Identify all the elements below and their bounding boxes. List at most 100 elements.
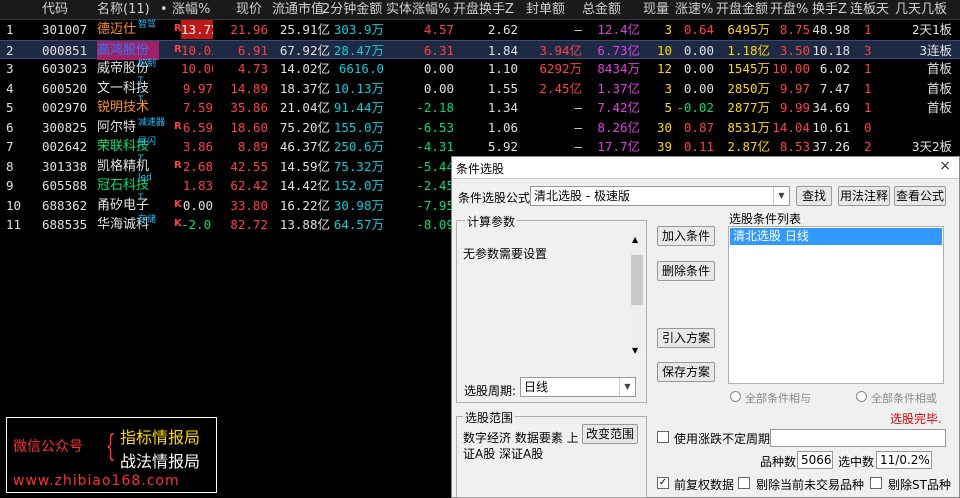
stock-tag: led: [138, 173, 152, 183]
cell-idx: 11: [6, 217, 22, 232]
cell-openamt: 2.87亿: [727, 139, 770, 154]
col-chg[interactable]: 涨幅%: [172, 0, 210, 20]
cell-total: 8.26亿: [597, 119, 640, 135]
condition-dialog[interactable]: 条件选股 × 条件选股公式 清北选股 - 极速版 ▼ 查找 用法注释 查看公式 …: [451, 156, 960, 498]
cell-total: 7.42亿: [597, 100, 640, 115]
find-button[interactable]: 查找: [796, 186, 832, 206]
list-item[interactable]: 清北选股 日线: [730, 228, 942, 245]
use-cycle-checkbox[interactable]: [657, 431, 669, 443]
save-plan-button[interactable]: 保存方案: [657, 362, 715, 382]
radio-and[interactable]: [730, 391, 741, 402]
col-price[interactable]: 现价: [236, 0, 262, 20]
exclude-st-checkbox[interactable]: [870, 477, 882, 489]
cell-code: 301007: [42, 22, 88, 37]
col-mcap[interactable]: 流通市值: [272, 0, 324, 20]
use-cycle-label: 使用涨跌不定周期: [674, 432, 771, 446]
cell-mcap: 18.37亿: [279, 80, 330, 96]
cell-vol: 3: [664, 22, 672, 37]
dialog-titlebar[interactable]: 条件选股 ×: [452, 157, 959, 179]
change-scope-button[interactable]: 改变范围: [582, 424, 638, 444]
watermark-line2: 战法情报局: [120, 452, 201, 471]
cell-lb: 2: [864, 139, 872, 154]
cell-code: 300825: [42, 119, 88, 135]
condition-list[interactable]: 清北选股 日线: [728, 226, 944, 384]
chevron-down-icon[interactable]: ▼: [619, 378, 635, 396]
stock-tag: 控制: [138, 59, 157, 69]
cell-chg: 10.00: [181, 61, 213, 76]
table-row[interactable]: 文一科技 T 4 600520 9.97 14.89 18.37亿 10.13万 0.00 1.5…: [0, 76, 960, 98]
radio-or[interactable]: [856, 391, 867, 402]
cell-code: 301338: [42, 158, 88, 174]
brace-icon: {: [105, 429, 116, 464]
col-body[interactable]: 实体涨幅%: [386, 0, 450, 20]
scroll-down-icon[interactable]: ▼: [632, 346, 638, 355]
cell-chg: 2.68: [182, 158, 213, 174]
cell-code: 600520: [42, 80, 88, 96]
chevron-down-icon[interactable]: ▼: [773, 187, 789, 205]
scroll-thumb[interactable]: [631, 255, 643, 305]
cell-amt2m: 91.44万: [333, 100, 384, 115]
cell-idx: 3: [6, 61, 14, 76]
table-row[interactable]: 荣联科技 星闪 7 002642 3.86 8.89 46.37亿 250.6万 -4.31 5.…: [0, 137, 960, 156]
cell-turn: 7.47: [819, 80, 850, 96]
fuquan-checkbox[interactable]: ✓: [657, 477, 669, 489]
params-scrollbar[interactable]: ▲ ▼: [630, 235, 644, 355]
cell-price: 8.89: [237, 139, 268, 154]
count-label: 品种数: [760, 455, 797, 469]
col-openamt[interactable]: 开盘金额: [716, 0, 768, 20]
col-seal[interactable]: 封单额: [526, 0, 565, 20]
cell-total: 8434万: [597, 61, 640, 76]
period-select[interactable]: 日线 ▼: [520, 377, 636, 397]
col-turn[interactable]: 换手Z: [812, 0, 847, 20]
exclude-nontrade-checkbox[interactable]: [738, 477, 750, 489]
cell-amt2m: 64.57万: [333, 217, 384, 232]
cell-seal: —: [574, 119, 582, 135]
cell-price: 18.60: [230, 119, 268, 135]
fuquan-label: 前复权数据: [674, 478, 735, 492]
import-plan-button[interactable]: 引入方案: [657, 328, 715, 348]
col-vol[interactable]: 现量: [643, 0, 669, 20]
col-lb[interactable]: 连板天: [850, 0, 889, 20]
col-openpct[interactable]: 开盘%: [770, 0, 808, 20]
col-total[interactable]: 总金额: [582, 0, 621, 20]
cell-idx: 10: [6, 197, 22, 213]
cell-idx: 5: [6, 100, 14, 115]
cell-vol: 12: [656, 61, 672, 76]
col-code[interactable]: 代码: [42, 0, 68, 20]
cell-code: 000851: [42, 42, 88, 58]
table-row[interactable]: 威帝股份控制360302310.004.7314.02亿6616.00.001.…: [0, 59, 960, 78]
close-icon[interactable]: ×: [939, 158, 951, 174]
view-formula-button[interactable]: 查看公式: [894, 186, 946, 206]
col-amt2m[interactable]: 2分钟金额: [322, 0, 382, 20]
cell-body: -4.31: [416, 139, 454, 154]
add-condition-button[interactable]: 加入条件: [657, 226, 715, 246]
cell-openturn: 1.34: [487, 100, 518, 115]
usage-button[interactable]: 用法注释: [838, 186, 890, 206]
cell-vol: 3: [664, 80, 672, 96]
cell-chg: 13.72: [181, 20, 213, 39]
col-openturn[interactable]: 开盘换手Z: [453, 0, 514, 20]
cell-jtjb: [886, 118, 952, 137]
cell-total: 12.4亿: [597, 22, 640, 37]
cell-body: -8.09: [416, 217, 454, 232]
scroll-up-icon[interactable]: ▲: [632, 235, 638, 244]
cell-seal: 3.94亿: [539, 42, 582, 58]
cell-seal: 2.45亿: [539, 80, 582, 96]
params-panel: 计算参数 无参数需要设置 ▲ ▼: [456, 213, 647, 403]
cell-vol: 10: [656, 42, 672, 58]
stock-tag: 智驾: [138, 20, 157, 30]
col-jtjb[interactable]: 几天几板: [895, 0, 947, 20]
delete-condition-button[interactable]: 删除条件: [657, 261, 715, 281]
stock-name[interactable]: 文一科技: [97, 79, 159, 98]
cycle-input[interactable]: [770, 429, 946, 447]
formula-select[interactable]: 清北选股 - 极速版 ▼: [530, 186, 790, 206]
cell-amt2m: 6616.0: [338, 61, 384, 76]
cell-price: 6.91: [237, 42, 268, 58]
cell-openpct: 14.04: [772, 119, 810, 135]
col-speed[interactable]: 涨速%: [675, 0, 713, 20]
cell-price: 35.86: [230, 100, 268, 115]
cell-amt2m: 152.0万: [333, 178, 384, 193]
cell-turn: 34.69: [812, 100, 850, 115]
cell-code: 605588: [42, 178, 88, 193]
table-row[interactable]: 德迈仕智驾R130100713.7221.9625.91亿303.9万4.572…: [0, 20, 960, 39]
